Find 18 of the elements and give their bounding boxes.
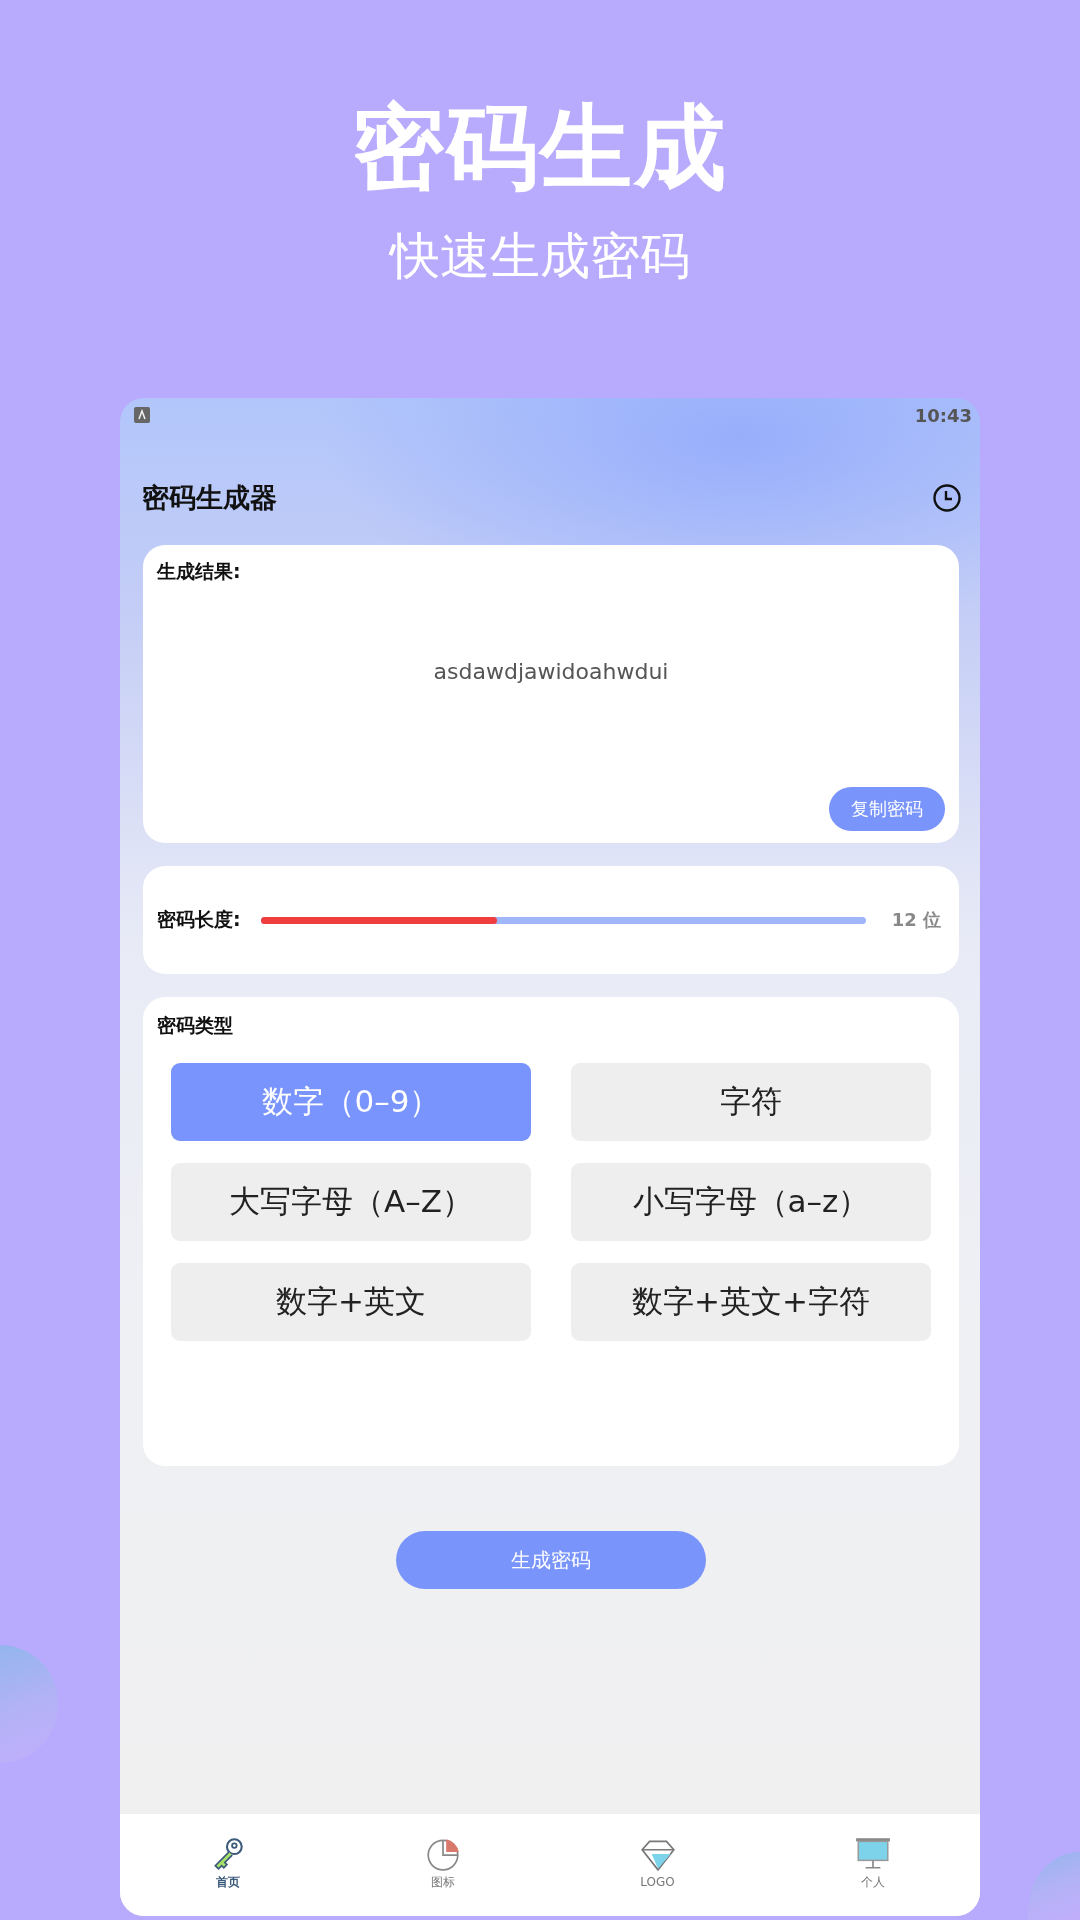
nav-tab[interactable]: 图标 [335, 1814, 550, 1916]
result-label: 生成结果: [157, 559, 241, 584]
type-option[interactable]: 字符 [571, 1063, 931, 1141]
banner-subtitle: 快速生成密码 [390, 226, 690, 286]
type-option[interactable]: 大写字母（A–Z） [171, 1163, 531, 1241]
nav-tab[interactable]: 首页 [120, 1814, 335, 1916]
type-option[interactable]: 数字+英文+字符 [571, 1263, 931, 1341]
type-option[interactable]: 小写字母（a–z） [571, 1163, 931, 1241]
status-time: 10:43 [914, 404, 972, 426]
app-title: 密码生成器 [142, 480, 277, 515]
nav-tab[interactable]: 个人 [765, 1814, 980, 1916]
length-value: 12 位 [891, 908, 941, 932]
type-option[interactable]: 数字+英文 [171, 1263, 531, 1341]
banner-title: 密码生成 [352, 96, 728, 200]
password-text: asdawdjawidoahwdui [433, 658, 669, 684]
length-label: 密码长度: [157, 907, 241, 932]
nav-tab[interactable]: LOGO [550, 1814, 765, 1916]
type-label: 密码类型 [157, 1013, 233, 1038]
